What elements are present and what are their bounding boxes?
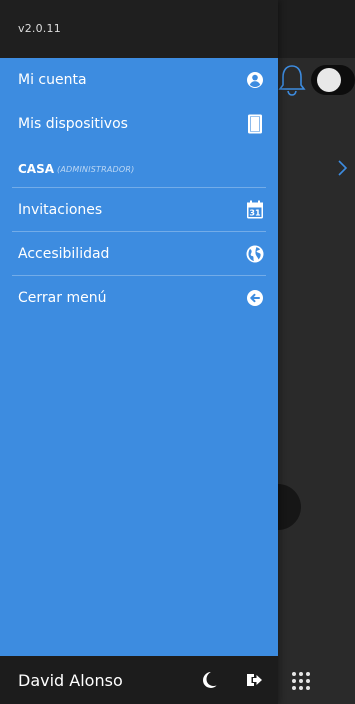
globe-icon bbox=[246, 245, 264, 263]
toggle-switch[interactable] bbox=[311, 65, 355, 95]
app-version: v2.0.11 bbox=[18, 22, 61, 35]
bell-icon[interactable] bbox=[278, 62, 306, 98]
calendar-icon: 31 bbox=[247, 200, 263, 219]
arrow-left-circle-icon bbox=[247, 290, 263, 306]
home-role: (ADMINISTRADOR) bbox=[57, 165, 135, 174]
calendar-icon-day: 31 bbox=[249, 209, 261, 218]
grid-dots-icon[interactable] bbox=[290, 670, 312, 692]
drawer-header: v2.0.11 bbox=[0, 0, 278, 58]
menu-item-mis-dispositivos[interactable]: Mis dispositivos bbox=[0, 102, 278, 146]
menu-item-invitaciones[interactable]: Invitaciones 31 bbox=[0, 188, 278, 232]
menu-item-label: Mis dispositivos bbox=[18, 116, 128, 132]
user-name: David Alonso bbox=[18, 671, 123, 690]
toggle-knob bbox=[317, 68, 341, 92]
home-name: CASA bbox=[18, 162, 55, 176]
menu-item-cerrar-menu[interactable]: Cerrar menú bbox=[0, 276, 278, 320]
menu-item-label: Mi cuenta bbox=[18, 72, 87, 88]
home-selector[interactable]: CASA (ADMINISTRADOR) bbox=[0, 150, 278, 188]
side-drawer: v2.0.11 Mi cuenta Mis dispositivos CASA … bbox=[0, 0, 278, 704]
drawer-footer: David Alonso bbox=[0, 656, 278, 704]
menu-item-label: Invitaciones bbox=[18, 202, 103, 218]
menu-item-label: Accesibilidad bbox=[18, 246, 110, 262]
screen: v2.0.11 Mi cuenta Mis dispositivos CASA … bbox=[0, 0, 355, 704]
tablet-icon bbox=[248, 114, 262, 134]
chevron-right-icon[interactable] bbox=[336, 158, 350, 178]
menu-item-mi-cuenta[interactable]: Mi cuenta bbox=[0, 58, 278, 102]
menu-item-label: Cerrar menú bbox=[18, 290, 107, 306]
menu-item-accesibilidad[interactable]: Accesibilidad bbox=[0, 232, 278, 276]
logout-icon[interactable] bbox=[244, 670, 264, 690]
moon-icon[interactable] bbox=[199, 670, 219, 690]
user-circle-icon bbox=[247, 72, 263, 88]
